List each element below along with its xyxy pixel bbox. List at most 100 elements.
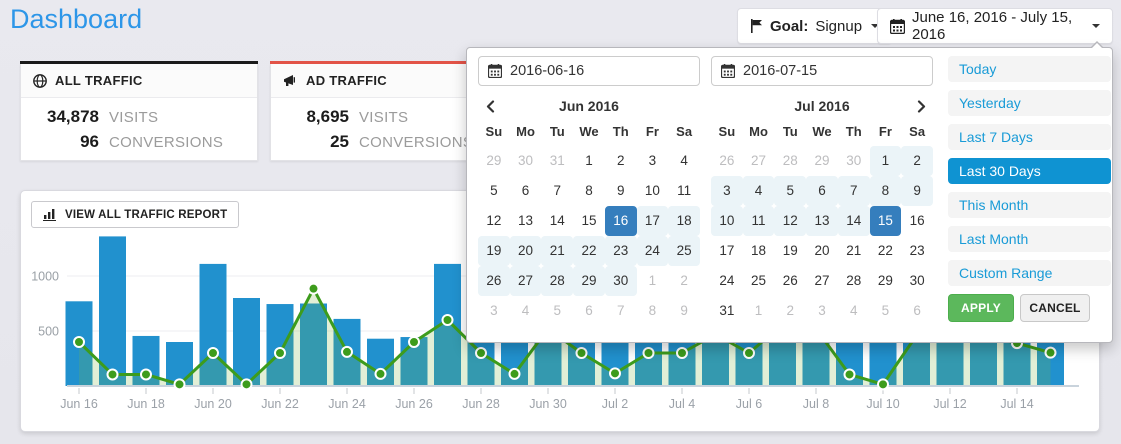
calendar-day[interactable]: 13 — [806, 206, 838, 236]
calendar-day[interactable]: 3 — [637, 146, 669, 176]
calendar-day[interactable]: 10 — [637, 176, 669, 206]
calendar-day[interactable]: 7 — [605, 296, 637, 326]
calendar-day[interactable]: 25 — [743, 266, 775, 296]
calendar-day[interactable]: 14 — [541, 206, 573, 236]
calendar-day[interactable]: 20 — [806, 236, 838, 266]
calendar-day[interactable]: 29 — [573, 266, 605, 296]
calendar-day[interactable]: 1 — [637, 266, 669, 296]
calendar-day[interactable]: 29 — [806, 146, 838, 176]
calendar-day[interactable]: 30 — [605, 266, 637, 296]
calendar-day[interactable]: 30 — [838, 146, 870, 176]
range-option-today[interactable]: Today — [948, 56, 1111, 82]
calendar-day[interactable]: 28 — [838, 266, 870, 296]
calendar-day[interactable]: 4 — [668, 146, 700, 176]
calendar-day[interactable]: 1 — [743, 296, 775, 326]
calendar-day[interactable]: 11 — [668, 176, 700, 206]
prev-month-button[interactable] — [480, 94, 500, 118]
calendar-day[interactable]: 21 — [838, 236, 870, 266]
calendar-day[interactable]: 3 — [711, 176, 743, 206]
end-date-input[interactable]: 2016-07-15 — [711, 56, 933, 86]
calendar-day[interactable]: 31 — [541, 146, 573, 176]
calendar-day[interactable]: 16 — [605, 206, 637, 236]
calendar-day[interactable]: 28 — [774, 146, 806, 176]
calendar-day[interactable]: 19 — [774, 236, 806, 266]
range-option-yesterday[interactable]: Yesterday — [948, 90, 1111, 116]
calendar-day[interactable]: 23 — [605, 236, 637, 266]
calendar-day[interactable]: 22 — [573, 236, 605, 266]
calendar-day[interactable]: 14 — [838, 206, 870, 236]
calendar-day[interactable]: 24 — [637, 236, 669, 266]
calendar-day[interactable]: 4 — [838, 296, 870, 326]
range-option-last-month[interactable]: Last Month — [948, 226, 1111, 252]
start-date-input[interactable]: 2016-06-16 — [478, 56, 700, 86]
calendar-day[interactable]: 27 — [510, 266, 542, 296]
calendar-day[interactable]: 8 — [870, 176, 902, 206]
calendar-day[interactable]: 9 — [605, 176, 637, 206]
calendar-day[interactable]: 6 — [510, 176, 542, 206]
calendar-day[interactable]: 23 — [901, 236, 933, 266]
calendar-day[interactable]: 6 — [806, 176, 838, 206]
calendar-day[interactable]: 8 — [573, 176, 605, 206]
calendar-day[interactable]: 7 — [541, 176, 573, 206]
calendar-day[interactable]: 31 — [711, 296, 743, 326]
calendar-day[interactable]: 4 — [510, 296, 542, 326]
calendar-day[interactable]: 15 — [573, 206, 605, 236]
calendar-day[interactable]: 22 — [870, 236, 902, 266]
calendar-day[interactable]: 17 — [637, 206, 669, 236]
calendar-day[interactable]: 20 — [510, 236, 542, 266]
calendar-day[interactable]: 29 — [870, 266, 902, 296]
range-option-custom-range[interactable]: Custom Range — [948, 260, 1111, 286]
calendar-day[interactable]: 27 — [743, 146, 775, 176]
calendar-day[interactable]: 5 — [541, 296, 573, 326]
calendar-day[interactable]: 2 — [774, 296, 806, 326]
calendar-day[interactable]: 9 — [901, 176, 933, 206]
calendar-day[interactable]: 28 — [541, 266, 573, 296]
calendar-day[interactable]: 2 — [605, 146, 637, 176]
calendar-day[interactable]: 17 — [711, 236, 743, 266]
calendar-day[interactable]: 4 — [743, 176, 775, 206]
calendar-day[interactable]: 9 — [668, 296, 700, 326]
calendar-day[interactable]: 15 — [870, 206, 902, 236]
view-all-traffic-report-button[interactable]: VIEW ALL TRAFFIC REPORT — [31, 201, 239, 228]
calendar-day[interactable]: 12 — [774, 206, 806, 236]
range-option-this-month[interactable]: This Month — [948, 192, 1111, 218]
calendar-day[interactable]: 3 — [806, 296, 838, 326]
cancel-button[interactable]: CANCEL — [1020, 294, 1090, 322]
calendar-day[interactable]: 7 — [838, 176, 870, 206]
calendar-day[interactable]: 2 — [901, 146, 933, 176]
calendar-day[interactable]: 1 — [870, 146, 902, 176]
calendar-day[interactable]: 30 — [510, 146, 542, 176]
calendar-day[interactable]: 2 — [668, 266, 700, 296]
calendar-day[interactable]: 18 — [743, 236, 775, 266]
calendar-day[interactable]: 12 — [478, 206, 510, 236]
calendar-day[interactable]: 30 — [901, 266, 933, 296]
calendar-day[interactable]: 24 — [711, 266, 743, 296]
calendar-day[interactable]: 10 — [711, 206, 743, 236]
calendar-day[interactable]: 8 — [637, 296, 669, 326]
calendar-day[interactable]: 25 — [668, 236, 700, 266]
calendar-day[interactable]: 3 — [478, 296, 510, 326]
calendar-day[interactable]: 5 — [774, 176, 806, 206]
calendar-day[interactable]: 11 — [743, 206, 775, 236]
date-range-button[interactable]: June 16, 2016 - July 15, 2016 — [877, 8, 1113, 44]
range-option-last-7-days[interactable]: Last 7 Days — [948, 124, 1111, 150]
apply-button[interactable]: APPLY — [948, 294, 1014, 322]
calendar-day[interactable]: 1 — [573, 146, 605, 176]
next-month-button[interactable] — [911, 94, 931, 118]
calendar-day[interactable]: 18 — [668, 206, 700, 236]
calendar-day[interactable]: 5 — [870, 296, 902, 326]
calendar-day[interactable]: 26 — [478, 266, 510, 296]
calendar-day[interactable]: 16 — [901, 206, 933, 236]
calendar-day[interactable]: 19 — [478, 236, 510, 266]
range-option-last-30-days[interactable]: Last 30 Days — [948, 158, 1111, 184]
calendar-day[interactable]: 5 — [478, 176, 510, 206]
calendar-day[interactable]: 26 — [711, 146, 743, 176]
calendar-day[interactable]: 6 — [573, 296, 605, 326]
calendar-day[interactable]: 27 — [806, 266, 838, 296]
calendar-day[interactable]: 26 — [774, 266, 806, 296]
calendar-day[interactable]: 21 — [541, 236, 573, 266]
calendar-day[interactable]: 6 — [901, 296, 933, 326]
calendar-day[interactable]: 29 — [478, 146, 510, 176]
calendar-day[interactable]: 13 — [510, 206, 542, 236]
goal-selector-button[interactable]: Goal: Signup — [737, 8, 892, 44]
